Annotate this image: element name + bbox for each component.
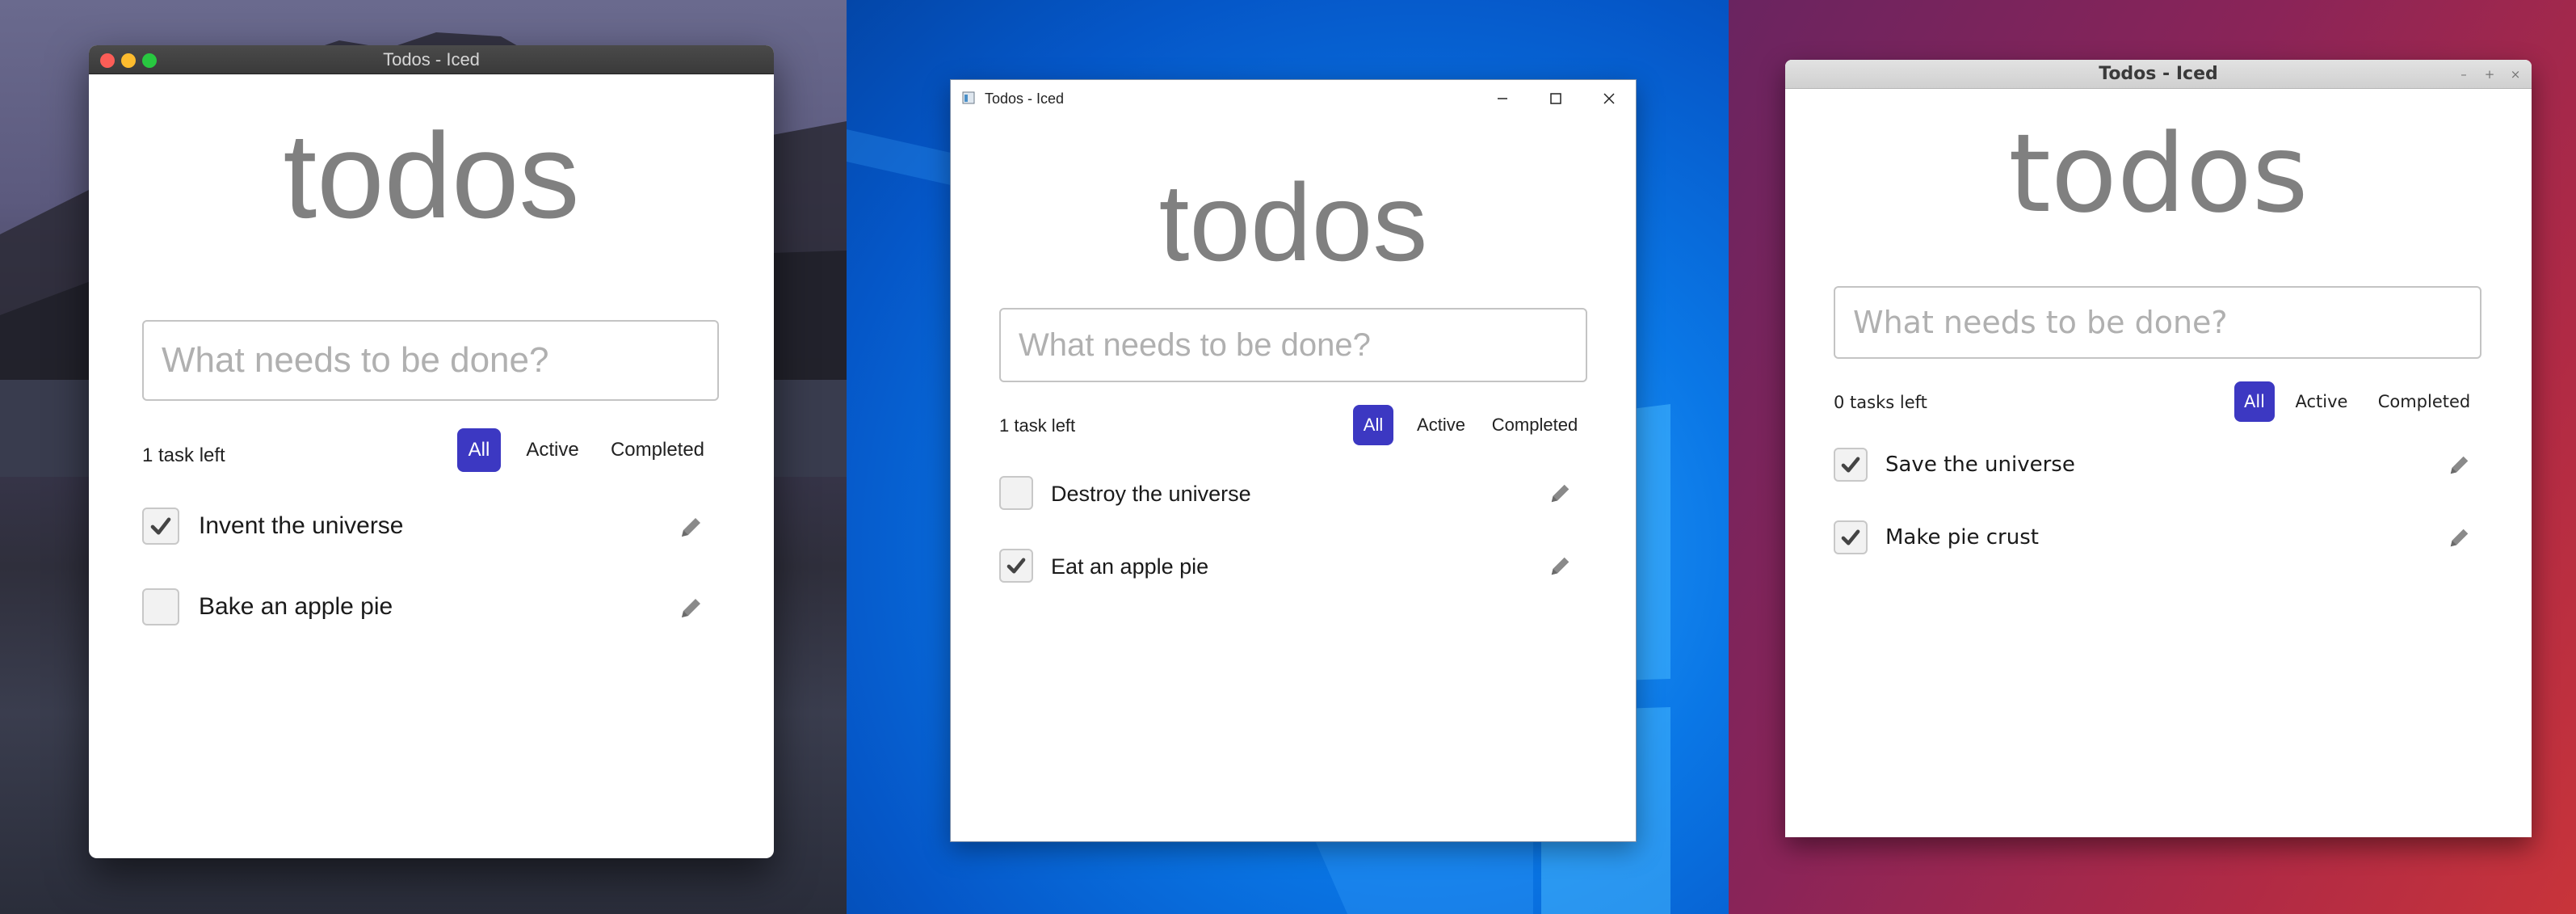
tasks-left-counter: 0 tasks left xyxy=(1834,393,1927,412)
app-heading: todos xyxy=(2008,111,2309,237)
window-titlebar[interactable]: Todos - Iced xyxy=(89,45,774,74)
task-row: Make pie crust xyxy=(1834,516,2481,561)
todos-content: todos 1 task left All Active Completed D… xyxy=(951,117,1636,841)
app-icon xyxy=(962,91,975,104)
minimize-window-button[interactable]: – xyxy=(2456,66,2472,82)
edit-task-button[interactable] xyxy=(1549,481,1573,505)
filter-active-button[interactable]: Active xyxy=(2288,381,2355,422)
maximize-icon xyxy=(1550,93,1561,104)
todos-window-windows: Todos - Iced todos 1 task left All Activ… xyxy=(950,79,1637,842)
task-checkbox[interactable] xyxy=(1834,448,1868,482)
filter-active-button[interactable]: Active xyxy=(519,428,586,472)
new-task-input[interactable] xyxy=(142,320,719,401)
pencil-icon xyxy=(1551,557,1570,575)
maximize-window-button[interactable] xyxy=(1529,80,1582,117)
minimize-icon xyxy=(1498,98,1507,99)
todos-content: todos 1 task left All Active Completed I… xyxy=(89,74,774,858)
todos-content: todos 0 tasks left All Active Completed … xyxy=(1785,89,2532,837)
filter-all-button[interactable]: All xyxy=(1353,405,1393,445)
new-task-input[interactable] xyxy=(999,308,1587,382)
filter-all-button[interactable]: All xyxy=(2234,381,2275,422)
edit-task-button[interactable] xyxy=(1549,554,1573,578)
pencil-icon xyxy=(1551,484,1570,503)
task-checkbox[interactable] xyxy=(999,476,1033,510)
task-label: Invent the universe xyxy=(199,512,404,539)
task-label: Bake an apple pie xyxy=(199,593,393,620)
checkmark-icon xyxy=(1006,558,1026,574)
window-title: Todos - Iced xyxy=(2099,64,2218,84)
edit-task-button[interactable] xyxy=(2448,525,2472,550)
task-row: Eat an apple pie xyxy=(999,545,1587,591)
checkmark-icon xyxy=(1841,529,1860,545)
filter-all-button[interactable]: All xyxy=(457,428,501,472)
todos-window-ubuntu: Todos - Iced – + × todos 0 tasks left Al… xyxy=(1785,60,2532,837)
task-checkbox[interactable] xyxy=(142,588,179,625)
window-titlebar[interactable]: Todos - Iced xyxy=(951,80,1636,117)
window-title: Todos - Iced xyxy=(985,91,1065,107)
task-checkbox[interactable] xyxy=(999,549,1033,583)
edit-task-button[interactable] xyxy=(679,514,704,540)
app-heading: todos xyxy=(1158,161,1428,284)
app-heading: todos xyxy=(283,107,580,243)
close-window-button[interactable]: × xyxy=(2507,66,2523,82)
tasks-left-counter: 1 task left xyxy=(142,444,225,466)
task-checkbox[interactable] xyxy=(142,508,179,545)
task-label: Eat an apple pie xyxy=(1051,554,1209,579)
window-titlebar[interactable]: Todos - Iced – + × xyxy=(1785,60,2532,89)
checkmark-icon xyxy=(150,517,171,535)
close-icon xyxy=(1603,93,1615,104)
task-label: Save the universe xyxy=(1885,453,2075,477)
filter-completed-button[interactable]: Completed xyxy=(2370,381,2478,422)
new-task-input[interactable] xyxy=(1834,286,2481,359)
task-row: Destroy the universe xyxy=(999,473,1587,518)
task-row: Invent the universe xyxy=(142,503,719,551)
tasks-left-counter: 1 task left xyxy=(999,415,1076,436)
task-row: Bake an apple pie xyxy=(142,583,719,632)
pencil-icon xyxy=(682,599,700,617)
task-row: Save the universe xyxy=(1834,443,2481,488)
edit-task-button[interactable] xyxy=(679,595,704,621)
task-label: Destroy the universe xyxy=(1051,482,1251,506)
maximize-window-button[interactable]: + xyxy=(2481,66,2498,82)
edit-task-button[interactable] xyxy=(2448,453,2472,477)
minimize-window-button[interactable] xyxy=(1476,80,1529,117)
todos-window-macos: Todos - Iced todos 1 task left All Activ… xyxy=(89,45,774,858)
filter-completed-button[interactable]: Completed xyxy=(1484,405,1586,445)
pencil-icon xyxy=(2450,456,2469,474)
checkmark-icon xyxy=(1841,457,1860,473)
close-window-button[interactable] xyxy=(1582,80,1636,117)
filter-completed-button[interactable]: Completed xyxy=(603,428,712,472)
task-checkbox[interactable] xyxy=(1834,520,1868,554)
window-title: Todos - Iced xyxy=(383,49,480,69)
task-label: Make pie crust xyxy=(1885,525,2039,550)
pencil-icon xyxy=(2450,529,2469,547)
filter-active-button[interactable]: Active xyxy=(1408,405,1474,445)
pencil-icon xyxy=(682,518,700,537)
